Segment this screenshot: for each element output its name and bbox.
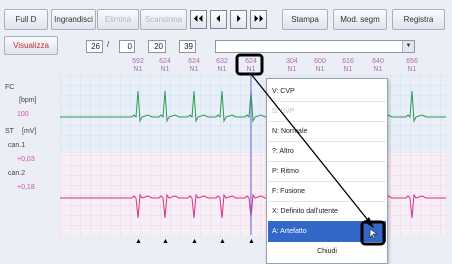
callout-arrow [250,73,372,225]
callout-start-box [235,53,264,76]
callout-overlay [235,53,386,246]
mouse-pointer-icon [369,228,378,240]
